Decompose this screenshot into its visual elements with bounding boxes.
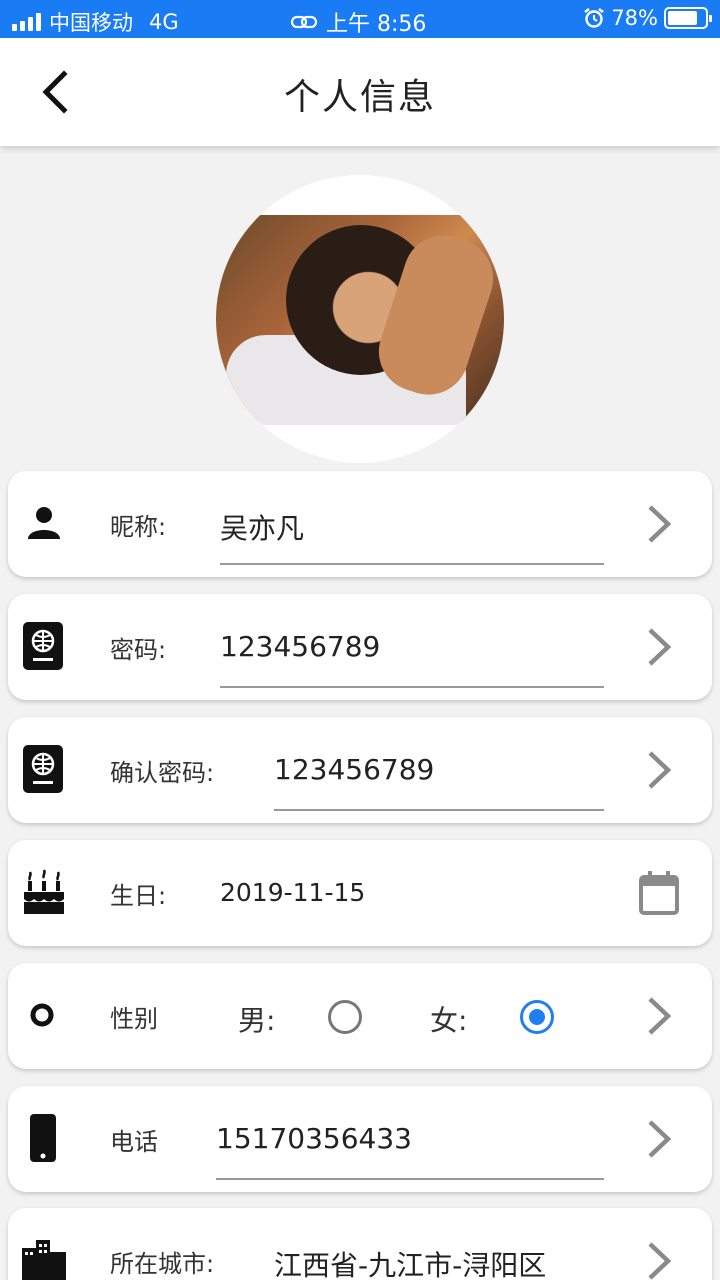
chevron-right-icon[interactable] [644,626,674,668]
app-header: 个人信息 [0,38,720,146]
status-bar: 中国移动 4G 上午 8:56 78% [0,0,720,38]
chevron-right-icon[interactable] [644,1118,674,1160]
gender-row[interactable]: 性别 男: 女: [8,963,712,1069]
city-row[interactable]: 所在城市: 江西省-九江市-浔阳区 [8,1208,712,1280]
birthday-row[interactable]: 生日: 2019-11-15 [8,840,712,946]
page-title: 个人信息 [283,77,436,118]
chevron-right-icon[interactable] [644,749,674,791]
confirm-password-row[interactable]: 确认密码: 123456789 [8,717,712,823]
nickname-field[interactable]: 吴亦凡 [220,507,304,547]
female-label: 女: [430,1004,468,1037]
network-label: 4G [149,10,179,34]
battery-icon [664,7,712,29]
confirm-password-label: 确认密码: [110,759,215,787]
battery-percent: 78% [611,6,658,30]
smartphone-icon [30,1114,56,1162]
city-icon [22,1240,66,1280]
birthday-label: 生日: [110,882,167,910]
phone-underline [216,1178,604,1180]
gender-label: 性别 [110,1005,158,1033]
profile-photo [216,215,504,425]
password-row[interactable]: 密码: 123456789 [8,594,712,700]
avatar[interactable] [216,175,504,463]
chevron-right-icon[interactable] [644,1240,674,1280]
chevron-right-icon[interactable] [644,503,674,545]
male-label: 男: [238,1004,276,1037]
passport-icon [23,622,63,670]
cake-icon [24,869,64,914]
radio-dot-icon [30,1003,54,1027]
clock: 上午 8:56 [326,12,427,37]
male-radio[interactable] [328,1000,362,1034]
phone-row[interactable]: 电话 15170356433 [8,1086,712,1192]
nickname-row[interactable]: 昵称: 吴亦凡 [8,471,712,577]
city-field[interactable]: 江西省-九江市-浔阳区 [274,1244,546,1280]
confirm-password-underline [274,809,604,811]
confirm-password-field[interactable]: 123456789 [274,753,434,786]
phone-field[interactable]: 15170356433 [216,1122,412,1155]
carrier-label: 中国移动 [49,11,133,35]
birthday-field[interactable]: 2019-11-15 [220,878,365,907]
alarm-icon [584,8,605,28]
chevron-right-icon[interactable] [644,995,674,1037]
passport-icon [23,745,63,793]
link-icon [290,15,318,29]
nickname-label: 昵称: [110,513,167,541]
password-label: 密码: [110,636,167,664]
female-radio[interactable] [520,1000,554,1034]
calendar-icon[interactable] [638,870,680,916]
city-label: 所在城市: [110,1250,215,1278]
password-underline [220,686,604,688]
signal-icon [12,13,41,31]
password-field[interactable]: 123456789 [220,630,380,663]
phone-label: 电话 [110,1128,158,1156]
person-icon [28,507,60,539]
nickname-underline [220,563,604,565]
